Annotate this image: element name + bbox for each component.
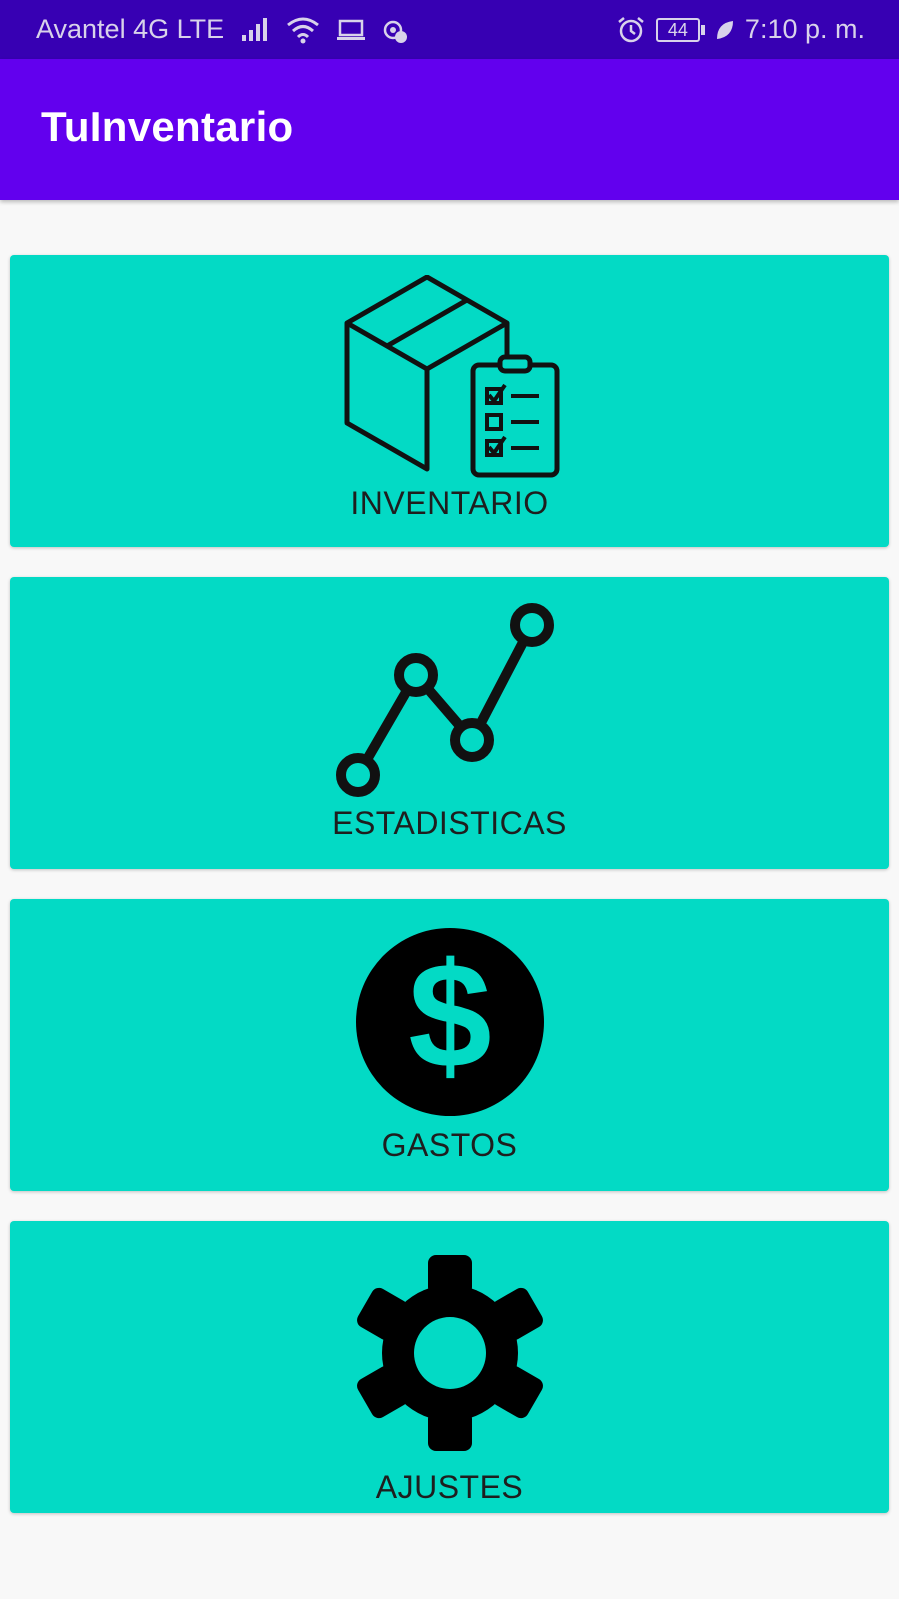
- estadisticas-label: ESTADISTICAS: [332, 805, 567, 841]
- wifi-icon: [286, 16, 320, 44]
- settings-badge-icon: [382, 16, 408, 44]
- leaf-icon: [715, 19, 735, 41]
- svg-text:$: $: [408, 931, 491, 1099]
- estadisticas-button[interactable]: ESTADISTICAS: [10, 577, 889, 869]
- app-bar: TuInventario: [0, 59, 899, 200]
- gastos-button[interactable]: $ GASTOS: [10, 899, 889, 1191]
- app-title: TuInventario: [41, 103, 294, 150]
- inventario-button[interactable]: INVENTARIO: [10, 255, 889, 547]
- carrier-label: Avantel 4G LTE: [36, 14, 225, 44]
- battery-level: 44: [655, 17, 700, 42]
- status-bar: Avantel 4G LTE 44 7:10 p. m.: [0, 0, 899, 59]
- battery-icon: 44: [655, 17, 705, 42]
- gear-icon: [356, 1255, 543, 1451]
- gastos-label: GASTOS: [381, 1127, 518, 1163]
- clock: 7:10 p. m.: [744, 14, 865, 44]
- dollar-coin-icon: $: [355, 928, 544, 1116]
- line-chart-icon: [335, 603, 554, 797]
- inventory-box-clipboard-icon: [344, 275, 559, 478]
- alarm-icon: [616, 15, 646, 45]
- ajustes-label: AJUSTES: [375, 1469, 524, 1505]
- inventario-label: INVENTARIO: [350, 485, 549, 521]
- signal-icon: [240, 17, 270, 43]
- ajustes-button[interactable]: AJUSTES: [10, 1221, 889, 1513]
- laptop-icon: [336, 18, 366, 42]
